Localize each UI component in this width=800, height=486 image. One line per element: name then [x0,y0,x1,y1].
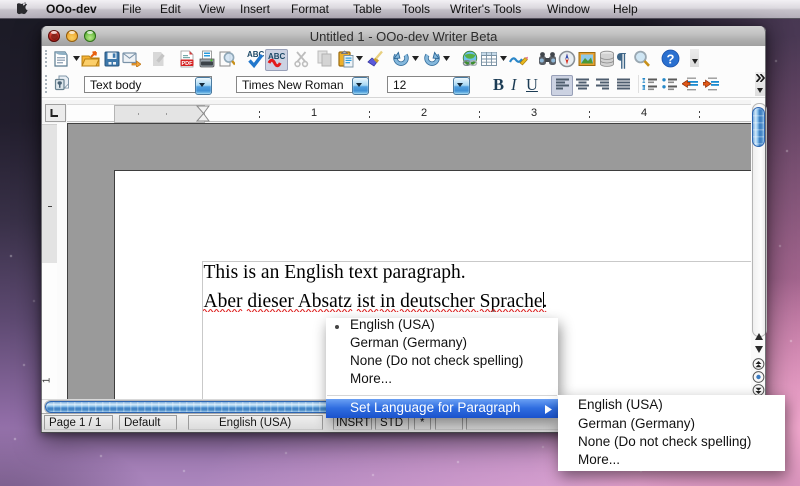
svg-text:?: ? [667,52,675,67]
svg-text:PDF: PDF [182,61,194,67]
svg-text:¶: ¶ [616,49,627,69]
